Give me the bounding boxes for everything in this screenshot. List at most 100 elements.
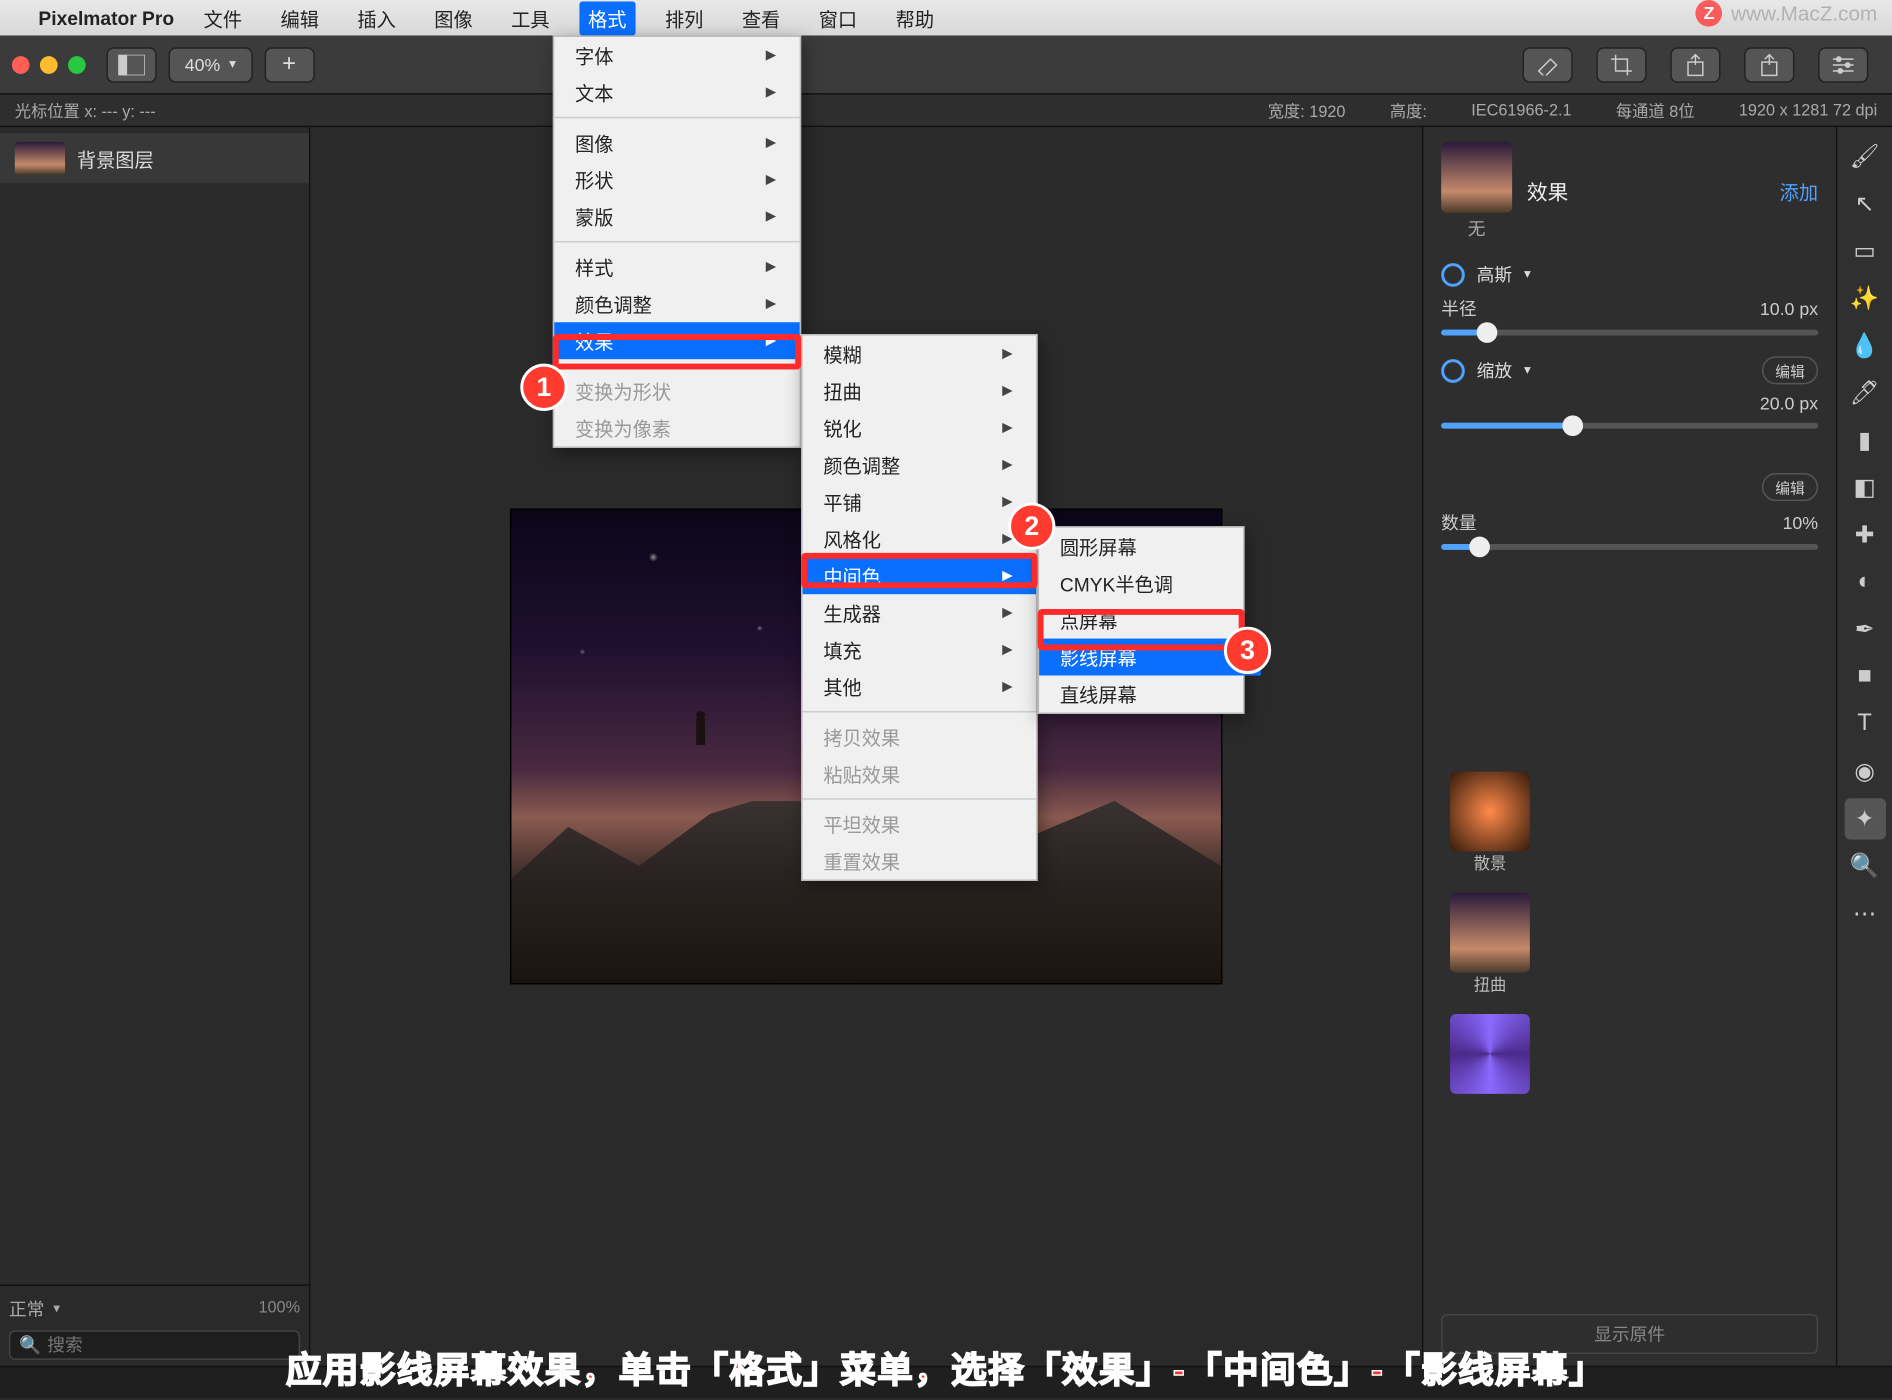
- size-value: 20.0 px: [1760, 393, 1818, 414]
- submenu-stylize[interactable]: 风格化: [803, 520, 1037, 557]
- more-tool-icon[interactable]: ⋯: [1844, 893, 1885, 934]
- sidebar-toggle-button[interactable]: [106, 47, 156, 82]
- magic-tool-icon[interactable]: ✨: [1844, 278, 1885, 319]
- fill-tool-icon[interactable]: ▮: [1844, 420, 1885, 461]
- add-effect-button[interactable]: 添加: [1780, 177, 1818, 205]
- image-height: 高度:: [1390, 98, 1427, 122]
- menu-insert[interactable]: 插入: [349, 1, 405, 35]
- preset-kaleido[interactable]: [1450, 1014, 1530, 1094]
- eraser-tool-icon[interactable]: ◧: [1844, 467, 1885, 508]
- menu-item-mask[interactable]: 蒙版: [554, 198, 799, 235]
- menu-tools[interactable]: 工具: [502, 1, 558, 35]
- halftone-circle[interactable]: 圆形屏幕: [1039, 528, 1261, 565]
- submenu-sharpen[interactable]: 锐化: [803, 409, 1037, 446]
- menu-edit[interactable]: 编辑: [272, 1, 328, 35]
- export-button[interactable]: [1670, 47, 1720, 82]
- eyedropper-tool-icon[interactable]: 💧: [1844, 325, 1885, 366]
- preset-grid: 散景 扭曲: [1441, 763, 1818, 1107]
- effects-tool-icon[interactable]: ✦: [1844, 798, 1885, 839]
- blend-mode[interactable]: 正常: [9, 1296, 44, 1321]
- menu-item-font[interactable]: 字体: [554, 37, 799, 74]
- menu-window[interactable]: 窗口: [810, 1, 866, 35]
- smudge-tool-icon[interactable]: ◐: [1844, 562, 1885, 603]
- zoom-window-button[interactable]: [68, 55, 86, 73]
- color-tool-icon[interactable]: ◉: [1844, 751, 1885, 792]
- tool-rail: 🖌 ↖ ▭ ✨ 💧 🖊 ▮ ◧ ✚ ◐ ✒ ■ T ◉ ✦ 🔍 ⋯: [1836, 127, 1892, 1366]
- menu-file[interactable]: 文件: [195, 1, 251, 35]
- image-dims: 1920 x 1281 72 dpi: [1739, 101, 1877, 119]
- zoom-tool-icon[interactable]: 🔍: [1844, 845, 1885, 886]
- radius-value: 10.0 px: [1760, 298, 1818, 319]
- submenu-fill[interactable]: 填充: [803, 631, 1037, 668]
- submenu-halftone[interactable]: 中间色: [803, 557, 1037, 594]
- watermark: Z www.MacZ.com: [1696, 0, 1878, 27]
- layer-row[interactable]: 背景图层: [0, 133, 309, 183]
- amount-label: 数量: [1441, 510, 1476, 535]
- menu-view[interactable]: 查看: [733, 1, 789, 35]
- submenu-flatten: 平坦效果: [803, 806, 1037, 843]
- effect-toggle-ring[interactable]: [1441, 262, 1465, 286]
- halftone-straight[interactable]: 直线屏幕: [1039, 676, 1261, 713]
- submenu-paste-fx: 粘贴效果: [803, 755, 1037, 792]
- app-toolbar: 40% ▾ +: [0, 35, 1892, 94]
- erase-tool-button[interactable]: [1522, 47, 1572, 82]
- close-window-button[interactable]: [12, 55, 30, 73]
- share-button[interactable]: [1744, 47, 1794, 82]
- menu-help[interactable]: 帮助: [887, 1, 943, 35]
- submenu-other[interactable]: 其他: [803, 668, 1037, 705]
- paintbrush-tool-icon[interactable]: 🖊: [1844, 372, 1885, 413]
- tutorial-caption: 应用影线屏幕效果，单击「格式」菜单，选择「效果」-「中间色」-「影线屏幕」: [0, 1341, 1892, 1393]
- size-slider[interactable]: [1441, 423, 1818, 429]
- edit-button[interactable]: 编辑: [1762, 473, 1818, 501]
- submenu-tile[interactable]: 平铺: [803, 483, 1037, 520]
- layer-opacity[interactable]: 100%: [258, 1299, 300, 1317]
- layer-name: 背景图层: [77, 144, 154, 172]
- menu-item-image[interactable]: 图像: [554, 124, 799, 161]
- zoom-value: 40%: [185, 54, 221, 75]
- crop-tool-button[interactable]: [1596, 47, 1646, 82]
- effect-none-label: 无: [1441, 216, 1512, 241]
- menu-format[interactable]: 格式: [579, 1, 635, 35]
- add-button[interactable]: +: [264, 47, 314, 82]
- shape-tool-icon[interactable]: ■: [1844, 656, 1885, 697]
- menu-item-shape[interactable]: 形状: [554, 161, 799, 198]
- annotation-badge-3: 3: [1224, 627, 1271, 674]
- minimize-window-button[interactable]: [40, 55, 58, 73]
- preset-bokeh[interactable]: 散景: [1450, 772, 1530, 875]
- cursor-tool-icon[interactable]: ↖: [1844, 183, 1885, 224]
- halftone-submenu: 圆形屏幕 CMYK半色调 点屏幕 影线屏幕 直线屏幕: [1038, 526, 1245, 714]
- menu-arrange[interactable]: 排列: [656, 1, 712, 35]
- chevron-down-icon: ▾: [229, 56, 236, 72]
- brush-tool-icon[interactable]: 🖌: [1844, 136, 1885, 177]
- annotation-badge-2: 2: [1008, 503, 1055, 550]
- menu-item-text[interactable]: 文本: [554, 74, 799, 111]
- radius-label: 半径: [1441, 296, 1476, 321]
- effect-toggle-ring[interactable]: [1441, 358, 1465, 382]
- menu-item-effects[interactable]: 效果: [554, 322, 799, 359]
- text-tool-icon[interactable]: T: [1844, 704, 1885, 745]
- edit-button[interactable]: 编辑: [1762, 356, 1818, 384]
- submenu-distort[interactable]: 扭曲: [803, 372, 1037, 409]
- cursor-pos: 光标位置 x: --- y: ---: [15, 98, 156, 122]
- radius-slider[interactable]: [1441, 330, 1818, 336]
- effect-zoom-label[interactable]: 缩放: [1477, 358, 1512, 383]
- info-strip: 光标位置 x: --- y: --- 宽度: 1920 高度: IEC61966…: [0, 95, 1892, 128]
- heal-tool-icon[interactable]: ✚: [1844, 514, 1885, 555]
- marquee-tool-icon[interactable]: ▭: [1844, 231, 1885, 272]
- menu-item-coloradj[interactable]: 颜色调整: [554, 285, 799, 322]
- menu-image[interactable]: 图像: [425, 1, 481, 35]
- preset-distort[interactable]: 扭曲: [1450, 893, 1530, 996]
- bit-depth: 每通道 8位: [1616, 98, 1695, 122]
- submenu-generator[interactable]: 生成器: [803, 594, 1037, 631]
- zoom-dropdown[interactable]: 40% ▾: [169, 47, 253, 82]
- settings-icon-button[interactable]: [1818, 47, 1868, 82]
- image-width: 宽度: 1920: [1268, 98, 1346, 122]
- submenu-coloradj[interactable]: 颜色调整: [803, 446, 1037, 483]
- halftone-dot[interactable]: 点屏幕: [1039, 602, 1261, 639]
- halftone-cmyk[interactable]: CMYK半色调: [1039, 565, 1261, 602]
- amount-slider[interactable]: [1441, 544, 1818, 550]
- pen-tool-icon[interactable]: ✒: [1844, 609, 1885, 650]
- effect-gauss-label[interactable]: 高斯: [1477, 262, 1512, 287]
- menu-item-style[interactable]: 样式: [554, 248, 799, 285]
- submenu-blur[interactable]: 模糊: [803, 336, 1037, 373]
